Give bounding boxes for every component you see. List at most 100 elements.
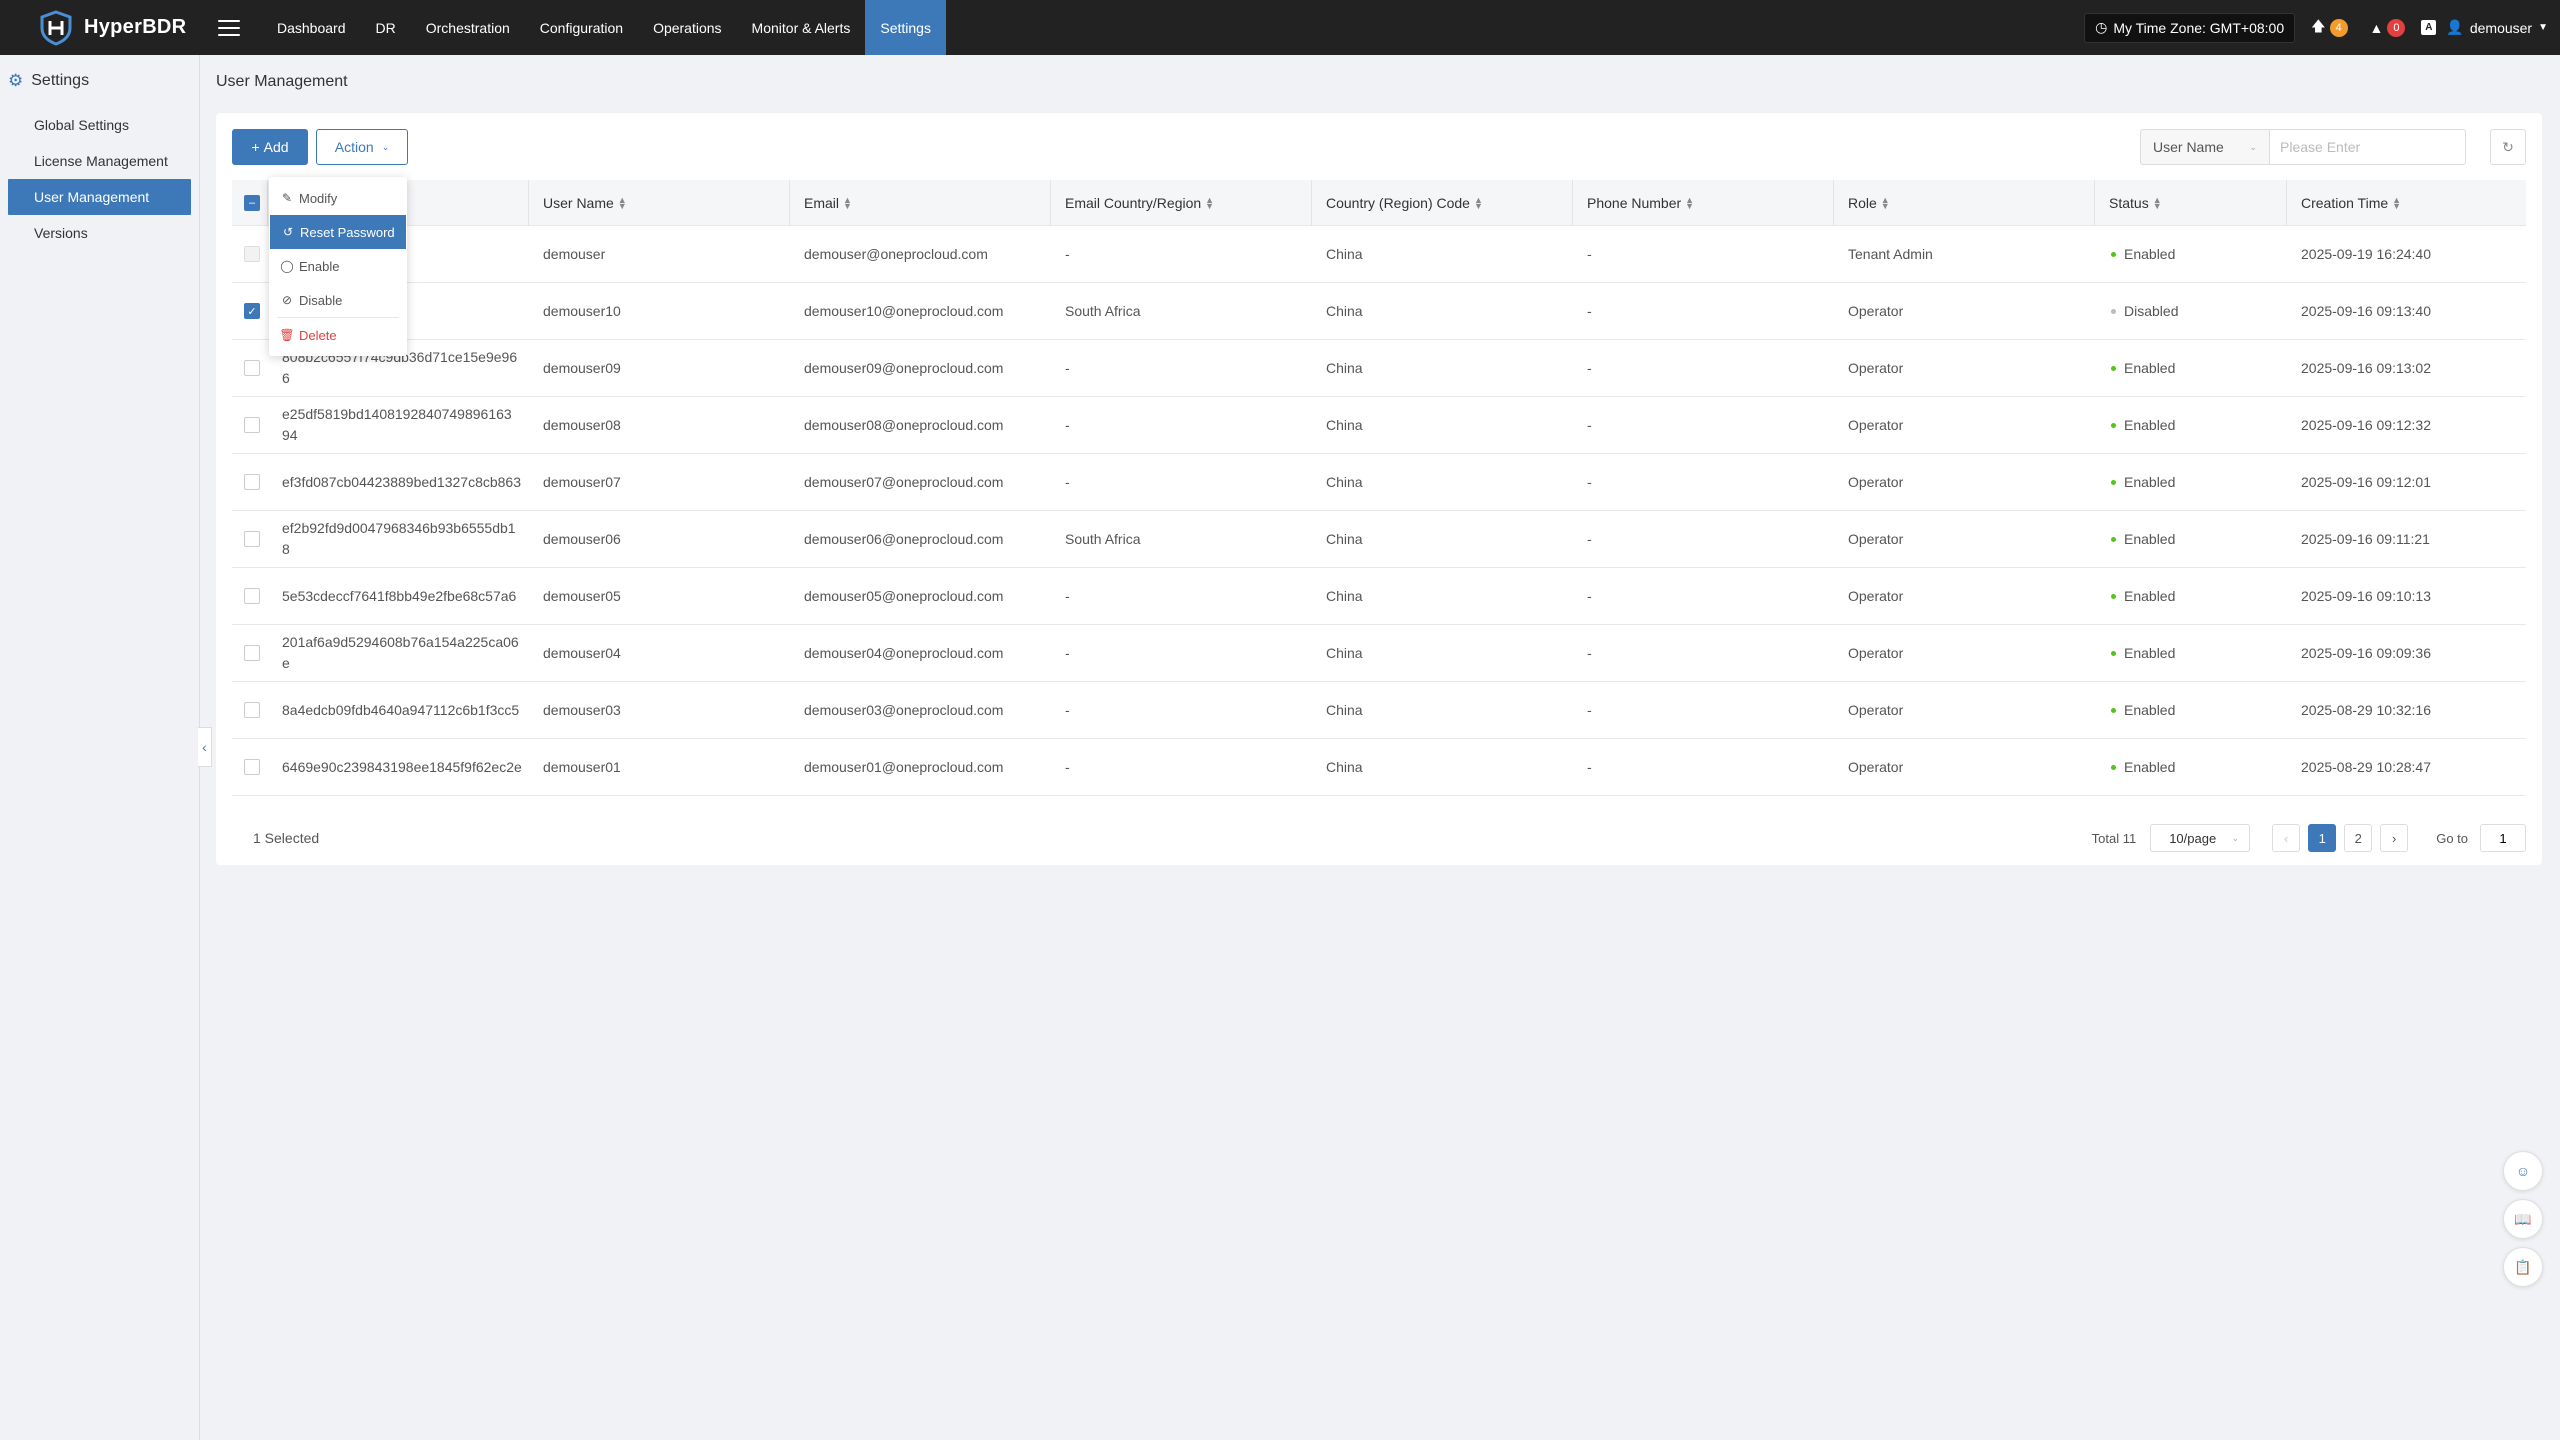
user-id: ef3fd087cb04423889bed1327c8cb863 — [282, 473, 522, 490]
nav-dashboard[interactable]: Dashboard — [262, 0, 361, 55]
alert-notifications[interactable]: ▲ 0 — [2364, 13, 2412, 43]
cell-country-code: China — [1326, 303, 1363, 319]
row-checkbox[interactable] — [244, 417, 260, 433]
sidebar-collapse-icon[interactable]: ‹ — [198, 727, 212, 767]
menu-item-delete[interactable]: 🗑 Delete — [269, 318, 407, 352]
row-select-cell — [232, 454, 268, 511]
row-select-cell — [232, 511, 268, 568]
column-header-role[interactable]: Role ▲ ▼ — [1834, 179, 2095, 226]
menu-item-modify[interactable]: ✎ Modify — [269, 181, 407, 215]
column-header-user-name[interactable]: User Name ▲ ▼ — [529, 179, 790, 226]
page-title: User Management — [216, 73, 348, 90]
status-dot-icon — [2111, 422, 2116, 428]
book-icon: 📖 — [2514, 1210, 2532, 1227]
add-button[interactable]: + Add — [232, 129, 308, 165]
support-chat-button[interactable]: ☺ — [2503, 1151, 2543, 1191]
row-checkbox[interactable] — [244, 759, 260, 775]
action-button-label: Action — [334, 139, 374, 155]
row-checkbox[interactable]: ✓ — [244, 303, 260, 319]
docs-button[interactable]: 📖 — [2503, 1199, 2543, 1239]
cell-country-code: China — [1326, 474, 1363, 490]
table-row[interactable]: 6469e90c239843198ee1845f9f62ec2e demouser… — [232, 739, 2526, 796]
language-icon[interactable]: A — [2421, 20, 2437, 35]
next-page-button[interactable]: › — [2380, 824, 2409, 852]
trash-icon: 🗑 — [279, 328, 295, 342]
menu-item-reset-password[interactable]: ↺ Reset Password — [270, 215, 406, 249]
nav-configuration[interactable]: Configuration — [525, 0, 638, 55]
main-nav: Dashboard DR Orchestration Configuration… — [262, 0, 946, 55]
search-field-select[interactable]: User Name ⌄ — [2140, 129, 2270, 165]
select-all-checkbox[interactable]: – — [244, 194, 260, 211]
table-row[interactable]: 808b2c6557f74c9db36d71ce15e9e966 demouser… — [232, 340, 2526, 397]
table-row[interactable]: 5e53cdeccf7641f8bb49e2fbe68c57a6 demouser… — [232, 568, 2526, 625]
robot-icon: ☺ — [2515, 1163, 2531, 1179]
row-select-cell — [232, 397, 268, 454]
row-checkbox[interactable] — [244, 474, 260, 490]
table-row[interactable]: 201af6a9d5294608b76a154a225ca06e demouser… — [232, 625, 2526, 682]
sidebar-item-license-management[interactable]: License Management — [8, 143, 191, 179]
cell-phone: - — [1587, 417, 1592, 433]
column-header-country-code[interactable]: Country (Region) Code ▲ ▼ — [1312, 179, 1573, 226]
status-label: Enabled — [2124, 474, 2176, 490]
cell-country-code: China — [1326, 702, 1363, 718]
menu-toggle-icon[interactable] — [218, 19, 240, 36]
user-menu[interactable]: 👤 demouser ▼ — [2446, 19, 2548, 36]
nav-operations[interactable]: Operations — [638, 0, 736, 55]
goto-page-input[interactable] — [2480, 824, 2526, 852]
cell-country-code: China — [1326, 645, 1363, 661]
page-2-button[interactable]: 2 — [2344, 824, 2373, 852]
row-checkbox — [244, 246, 260, 262]
clock-icon: ◷ — [2095, 19, 2108, 35]
upgrade-notifications[interactable]: 🡅 4 — [2305, 13, 2353, 43]
nav-monitor-alerts[interactable]: Monitor & Alerts — [737, 0, 866, 55]
page-size-select[interactable]: 10/page ⌄ — [2150, 824, 2251, 852]
column-header-creation-time[interactable]: Creation Time ▲ ▼ — [2287, 180, 2526, 226]
clipboard-button[interactable]: 📋 — [2503, 1247, 2543, 1287]
cell-phone: - — [1587, 645, 1592, 661]
cell-status: Enabled — [2095, 682, 2287, 739]
status-label: Enabled — [2124, 645, 2176, 661]
menu-item-enable[interactable]: ◯ Enable — [269, 249, 407, 283]
cell-country-code: China — [1326, 531, 1363, 547]
sidebar-item-versions[interactable]: Versions — [8, 215, 191, 251]
sidebar-item-user-management[interactable]: User Management — [8, 179, 191, 215]
table-row[interactable]: ef2b92fd9d0047968346b93b6555db18 demouser… — [232, 511, 2526, 568]
table-row[interactable]: 8a4edcb09fdb4640a947112c6b1f3cc5 demouser… — [232, 682, 2526, 739]
row-checkbox[interactable] — [244, 588, 260, 604]
menu-item-disable[interactable]: ⊘ Disable — [269, 283, 407, 317]
cell-id: ef3fd087cb04423889bed1327c8cb863 — [268, 454, 529, 511]
search-bar: User Name ⌄ — [2140, 129, 2466, 165]
column-header-phone[interactable]: Phone Number ▲ ▼ — [1573, 179, 1834, 226]
table-row[interactable]: ef3fd087cb04423889bed1327c8cb863 demouser… — [232, 454, 2526, 511]
cell-phone: - — [1587, 474, 1592, 490]
cell-creation-time: 2025-08-29 10:28:47 — [2301, 759, 2431, 775]
row-checkbox[interactable] — [244, 645, 260, 661]
sidebar-item-global-settings[interactable]: Global Settings — [8, 107, 191, 143]
user-id: 201af6a9d5294608b76a154a225ca06e — [282, 634, 519, 671]
table-row[interactable]: a3cd8ea7a246e0demouserdemouser@oneproclo… — [232, 226, 2526, 283]
nav-orchestration[interactable]: Orchestration — [411, 0, 525, 55]
table-row[interactable]: e25df5819bd1408192840749896163 94 demouse… — [232, 397, 2526, 454]
table-row[interactable]: ✓9a5efbe765ecb2cdemouser10demouser10@one… — [232, 283, 2526, 340]
row-checkbox[interactable] — [244, 360, 260, 376]
row-checkbox[interactable] — [244, 531, 260, 547]
search-input[interactable] — [2270, 129, 2466, 165]
timezone-display[interactable]: ◷ My Time Zone: GMT+08:00 — [2084, 12, 2296, 43]
page-1-button[interactable]: 1 — [2308, 824, 2337, 852]
sort-icon: ▲ ▼ — [843, 194, 852, 211]
nav-dr[interactable]: DR — [361, 0, 411, 55]
caret-down-icon: ▼ — [2538, 22, 2548, 33]
nav-settings[interactable]: Settings — [865, 0, 946, 55]
cell-status: Enabled — [2095, 397, 2287, 454]
column-header-email[interactable]: Email ▲ ▼ — [790, 179, 1051, 226]
column-header-email-region[interactable]: Email Country/Region ▲ ▼ — [1051, 179, 1312, 226]
action-button[interactable]: Action ⌄ — [316, 129, 408, 165]
toolbar: + Add Action ⌄ User Name ⌄ ↻ — [232, 129, 2526, 165]
prev-page-button[interactable]: ‹ — [2272, 824, 2301, 852]
column-header-status[interactable]: Status ▲ ▼ — [2095, 179, 2287, 226]
edit-icon: ✎ — [281, 191, 293, 205]
logo[interactable]: HyperBDR — [38, 9, 200, 46]
arrow-up-icon: 🡅 — [2311, 17, 2326, 34]
refresh-button[interactable]: ↻ — [2490, 129, 2526, 165]
row-checkbox[interactable] — [244, 702, 260, 718]
